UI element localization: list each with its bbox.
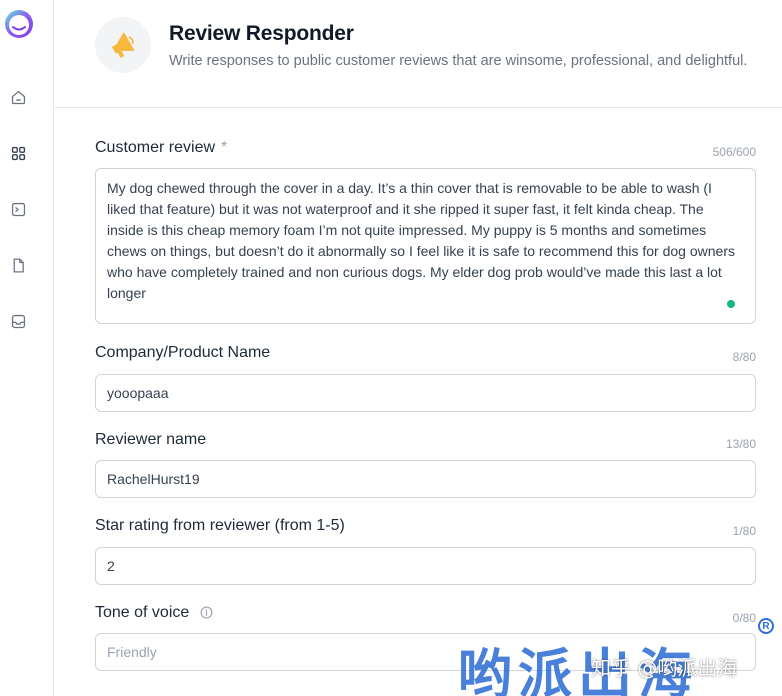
registered-mark: R	[758, 618, 774, 634]
customer-review-label-text: Customer review	[95, 139, 216, 156]
tone-counter: 0/80	[732, 611, 756, 625]
rating-value: 2	[107, 558, 115, 574]
reviewer-counter: 13/80	[725, 437, 756, 451]
terminal-icon[interactable]	[9, 200, 27, 218]
rating-counter: 1/80	[732, 524, 756, 538]
company-label: Company/Product Name	[95, 344, 271, 361]
customer-review-text: My dog chewed through the cover in a day…	[107, 180, 735, 301]
rating-input[interactable]: 2	[95, 547, 756, 585]
customer-review-counter: 506/600	[712, 145, 756, 159]
inbox-icon[interactable]	[9, 312, 27, 330]
company-input[interactable]: yooopaaa	[95, 374, 756, 412]
rating-label: Star rating from reviewer (from 1-5)	[95, 517, 345, 534]
status-dot	[727, 300, 735, 308]
reviewer-input[interactable]: RachelHurst19	[95, 460, 756, 498]
tone-label: Tone of voice	[95, 604, 213, 622]
sidebar	[0, 0, 54, 696]
tone-placeholder: Friendly	[107, 644, 157, 660]
reviewer-value: RachelHurst19	[107, 471, 200, 487]
app-logo[interactable]	[2, 8, 36, 40]
company-counter: 8/80	[732, 350, 756, 364]
required-mark: *	[221, 139, 228, 156]
reviewer-label: Reviewer name	[95, 431, 207, 448]
megaphone-icon	[95, 17, 151, 73]
document-icon[interactable]	[9, 256, 27, 274]
tone-label-text: Tone of voice	[95, 604, 190, 621]
company-value: yooopaaa	[107, 385, 169, 401]
page-subtitle: Write responses to public customer revie…	[169, 53, 748, 69]
customer-review-label: Customer review *	[95, 139, 227, 157]
page-title: Review Responder	[169, 22, 354, 45]
customer-review-textarea[interactable]: My dog chewed through the cover in a day…	[95, 168, 756, 324]
tone-input[interactable]: Friendly	[95, 633, 756, 671]
info-icon[interactable]	[200, 606, 213, 619]
page-header: Review Responder Write responses to publ…	[55, 0, 782, 108]
grid-icon[interactable]	[9, 144, 27, 162]
home-icon[interactable]	[9, 88, 27, 106]
